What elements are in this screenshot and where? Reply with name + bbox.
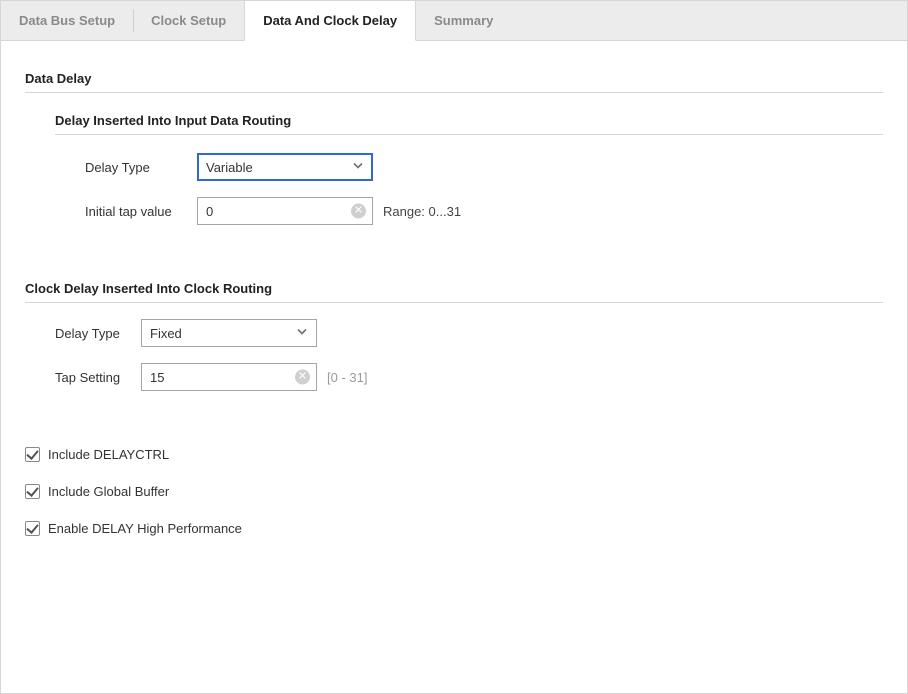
tab-label: Data And Clock Delay <box>263 13 397 28</box>
chevron-down-icon <box>296 326 308 341</box>
tab-summary[interactable]: Summary <box>416 1 511 40</box>
hint-initial-tap-range: Range: 0...31 <box>383 204 461 219</box>
select-delay-type[interactable]: Variable <box>197 153 373 181</box>
row-tap-setting: Tap Setting ✕ [0 - 31] <box>55 363 883 391</box>
config-window: Data Bus Setup Clock Setup Data And Cloc… <box>0 0 908 694</box>
content-area: Data Delay Delay Inserted Into Input Dat… <box>1 41 907 578</box>
tab-data-and-clock-delay[interactable]: Data And Clock Delay <box>244 1 416 41</box>
row-initial-tap: Initial tap value ✕ Range: 0...31 <box>85 197 883 225</box>
input-routing-fields: Delay Type Variable Initial tap value ✕ <box>85 153 883 225</box>
check-icon <box>25 521 40 536</box>
input-initial-tap[interactable] <box>198 198 372 224</box>
checkbox-include-global-buffer[interactable]: Include Global Buffer <box>25 484 883 499</box>
tab-bar: Data Bus Setup Clock Setup Data And Cloc… <box>1 1 907 41</box>
label-clock-delay-type: Delay Type <box>55 326 141 341</box>
checkbox-label: Include Global Buffer <box>48 484 169 499</box>
checkbox-label: Enable DELAY High Performance <box>48 521 242 536</box>
select-value: Variable <box>206 160 253 175</box>
select-value: Fixed <box>150 326 182 341</box>
tab-label: Summary <box>434 13 493 28</box>
clear-icon[interactable]: ✕ <box>351 204 366 219</box>
input-initial-tap-wrap: ✕ <box>197 197 373 225</box>
row-clock-delay-type: Delay Type Fixed <box>55 319 883 347</box>
label-delay-type: Delay Type <box>85 160 197 175</box>
section-title-data-delay: Data Delay <box>25 71 883 86</box>
input-tap-setting[interactable] <box>142 364 316 390</box>
section-divider <box>25 92 883 93</box>
checkbox-enable-high-performance[interactable]: Enable DELAY High Performance <box>25 521 883 536</box>
tab-label: Clock Setup <box>151 13 226 28</box>
label-tap-setting: Tap Setting <box>55 370 141 385</box>
subsection-title-input-routing: Delay Inserted Into Input Data Routing <box>55 113 883 128</box>
row-delay-type: Delay Type Variable <box>85 153 883 181</box>
checkbox-include-delayctrl[interactable]: Include DELAYCTRL <box>25 447 883 462</box>
section-divider <box>25 302 883 303</box>
subsection-divider <box>55 134 883 135</box>
data-delay-group: Delay Inserted Into Input Data Routing D… <box>55 113 883 225</box>
tab-data-bus-setup[interactable]: Data Bus Setup <box>1 1 133 40</box>
check-icon <box>25 484 40 499</box>
clock-delay-fields: Delay Type Fixed Tap Setting ✕ [0 - 31] <box>55 319 883 391</box>
tab-clock-setup[interactable]: Clock Setup <box>133 1 244 40</box>
hint-tap-setting-range: [0 - 31] <box>327 370 367 385</box>
checkbox-label: Include DELAYCTRL <box>48 447 169 462</box>
section-title-clock-delay: Clock Delay Inserted Into Clock Routing <box>25 281 883 296</box>
check-icon <box>25 447 40 462</box>
tab-label: Data Bus Setup <box>19 13 115 28</box>
label-initial-tap: Initial tap value <box>85 204 197 219</box>
chevron-down-icon <box>352 160 364 175</box>
select-clock-delay-type[interactable]: Fixed <box>141 319 317 347</box>
input-tap-setting-wrap: ✕ <box>141 363 317 391</box>
clear-icon[interactable]: ✕ <box>295 370 310 385</box>
